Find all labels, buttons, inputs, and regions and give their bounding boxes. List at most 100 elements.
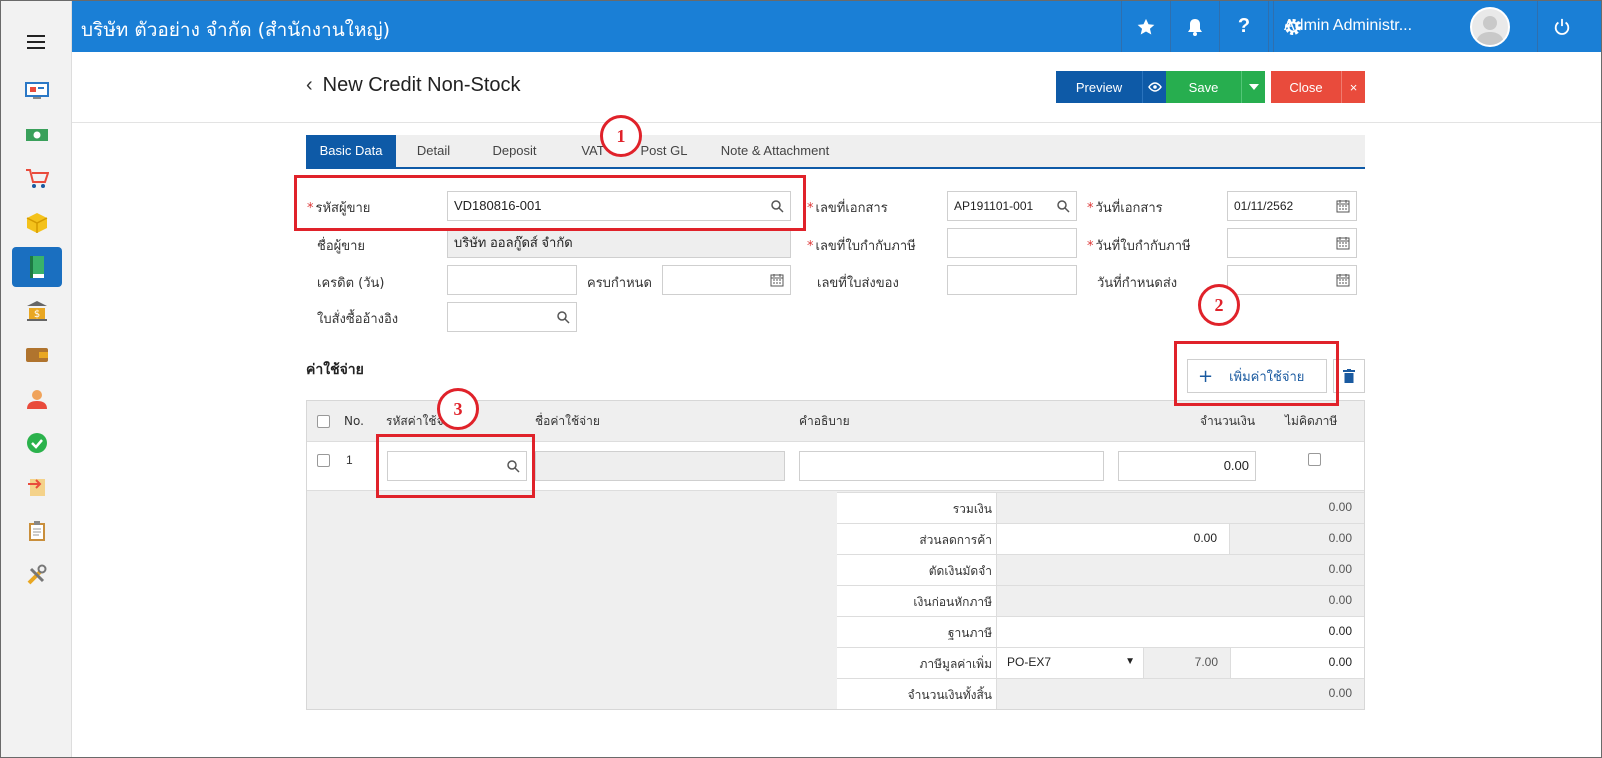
annotation-marker-1: 1 bbox=[600, 115, 642, 157]
annotation-box-1 bbox=[294, 175, 806, 231]
save-dropdown-icon[interactable] bbox=[1241, 71, 1265, 103]
star-icon[interactable] bbox=[1121, 1, 1170, 52]
doc-date-field[interactable]: 01/11/2562 bbox=[1227, 191, 1357, 221]
grand-total-value: 0.00 bbox=[996, 679, 1364, 709]
tax-inv-date-field[interactable] bbox=[1227, 228, 1357, 258]
tab-bar: Basic Data Detail Deposit VAT Post GL No… bbox=[306, 135, 1365, 169]
col-description: คำอธิบาย bbox=[799, 414, 850, 428]
tab-detail[interactable]: Detail bbox=[396, 135, 471, 167]
discount-label: ส่วนลดการค้า bbox=[919, 533, 992, 547]
app-window: $ บริษัท ตัวอย่าง จำกัด (สำนักงานใหญ่) ? bbox=[0, 0, 1602, 758]
calendar-icon bbox=[1336, 200, 1350, 213]
summary-tax-base-row: ฐานภาษี 0.00 bbox=[837, 616, 1364, 647]
close-button[interactable]: Close bbox=[1271, 71, 1341, 103]
po-ref-field[interactable] bbox=[447, 302, 577, 332]
box-icon[interactable] bbox=[12, 203, 62, 243]
transfer-icon[interactable] bbox=[12, 467, 62, 507]
tax-base-input[interactable]: 0.00 bbox=[996, 617, 1364, 647]
back-arrow-icon[interactable]: ‹ bbox=[306, 74, 313, 97]
select-all-checkbox[interactable] bbox=[317, 415, 330, 428]
expense-name-field bbox=[535, 451, 785, 481]
calendar-icon bbox=[770, 274, 784, 287]
delivery-date-label: วันที่กำหนดส่ง bbox=[1097, 276, 1178, 291]
credit-days-field[interactable] bbox=[447, 265, 577, 295]
vat-rate: 7.00 bbox=[1143, 648, 1230, 678]
power-icon[interactable] bbox=[1537, 1, 1586, 52]
calendar-icon bbox=[1336, 237, 1350, 250]
annotation-marker-2: 2 bbox=[1198, 284, 1240, 326]
vat-label: ภาษีมูลค่าเพิ่ม bbox=[919, 657, 992, 671]
dashboard-icon[interactable] bbox=[12, 71, 62, 111]
page-title-text: New Credit Non-Stock bbox=[322, 74, 521, 96]
no-tax-checkbox[interactable] bbox=[1308, 453, 1321, 466]
tax-inv-date-label: * วันที่ใบกำกับภาษี bbox=[1087, 239, 1191, 254]
approve-icon[interactable] bbox=[12, 423, 62, 463]
book-icon[interactable] bbox=[12, 247, 62, 287]
svg-text:$: $ bbox=[34, 309, 40, 320]
summary-vat-row: ภาษีมูลค่าเพิ่ม PO-EX7 ▼ 7.00 0.00 bbox=[837, 647, 1364, 678]
annotation-box-3 bbox=[376, 434, 535, 498]
due-date-label: ครบกำหนด bbox=[587, 276, 652, 291]
discount-input[interactable]: 0.00 bbox=[996, 524, 1229, 554]
vendor-name-label: ชื่อผู้ขาย bbox=[317, 239, 366, 254]
vendor-name-field: บริษัท ออลกู๊ดส์ จำกัด bbox=[447, 228, 791, 258]
annotation-box-2 bbox=[1174, 341, 1339, 406]
total-label: รวมเงิน bbox=[952, 502, 992, 516]
summary-pretax-row: เงินก่อนหักภาษี 0.00 bbox=[837, 585, 1364, 616]
summary-grand-total-row: จำนวนเงินทั้งสิ้น 0.00 bbox=[837, 678, 1364, 709]
row-checkbox[interactable] bbox=[317, 454, 330, 467]
discount-value: 0.00 bbox=[1229, 524, 1364, 554]
doc-date-label: * วันที่เอกสาร bbox=[1087, 201, 1163, 216]
user-menu[interactable]: Admin Administr... bbox=[1273, 1, 1537, 52]
help-icon[interactable]: ? bbox=[1219, 1, 1268, 52]
bank-icon[interactable]: $ bbox=[12, 291, 62, 331]
doc-no-label: * เลขที่เอกสาร bbox=[807, 201, 888, 216]
summary-panel: รวมเงิน 0.00 ส่วนลดการค้า 0.00 0.00 ตัดเ… bbox=[837, 492, 1364, 709]
tab-note-attachment[interactable]: Note & Attachment bbox=[700, 135, 850, 167]
delivery-date-field[interactable] bbox=[1227, 265, 1357, 295]
dropdown-icon: ▼ bbox=[1125, 656, 1135, 667]
vat-code-select[interactable]: PO-EX7 ▼ bbox=[996, 648, 1143, 678]
cart-icon[interactable] bbox=[12, 159, 62, 199]
total-value: 0.00 bbox=[996, 493, 1364, 523]
tax-inv-no-label: * เลขที่ใบกำกับภาษี bbox=[807, 239, 916, 254]
annotation-marker-3: 3 bbox=[437, 388, 479, 430]
col-name: ชื่อค่าใช้จ่าย bbox=[535, 414, 600, 428]
deposit-value: 0.00 bbox=[996, 555, 1364, 585]
delivery-no-field[interactable] bbox=[947, 265, 1077, 295]
due-date-field[interactable] bbox=[662, 265, 791, 295]
bell-icon[interactable] bbox=[1170, 1, 1219, 52]
summary-total-row: รวมเงิน 0.00 bbox=[837, 492, 1364, 523]
tools-icon[interactable] bbox=[12, 555, 62, 595]
menu-icon[interactable] bbox=[27, 35, 45, 49]
search-icon bbox=[557, 311, 570, 324]
money-icon[interactable] bbox=[12, 115, 62, 155]
po-ref-label: ใบสั่งซื้ออ้างอิง bbox=[317, 312, 399, 327]
clipboard-icon[interactable] bbox=[12, 511, 62, 551]
avatar[interactable] bbox=[1470, 7, 1510, 47]
save-button[interactable]: Save bbox=[1166, 71, 1241, 103]
col-amount: จำนวนเงิน bbox=[1200, 414, 1256, 428]
summary-deposit-row: ตัดเงินมัดจำ 0.00 bbox=[837, 554, 1364, 585]
search-icon bbox=[1057, 200, 1070, 213]
wallet-icon[interactable] bbox=[12, 335, 62, 375]
doc-no-field[interactable]: AP191101-001 bbox=[947, 191, 1077, 221]
tab-basic-data[interactable]: Basic Data bbox=[306, 135, 396, 167]
header-divider bbox=[72, 122, 1601, 123]
sidebar: $ bbox=[1, 1, 72, 757]
pretax-value: 0.00 bbox=[996, 586, 1364, 616]
users-icon[interactable] bbox=[12, 379, 62, 419]
close-icon[interactable]: × bbox=[1341, 71, 1365, 103]
tax-inv-no-field[interactable] bbox=[947, 228, 1077, 258]
page-title: ‹ New Credit Non-Stock bbox=[306, 74, 521, 97]
eye-icon[interactable] bbox=[1142, 71, 1167, 103]
expense-description-field[interactable] bbox=[799, 451, 1104, 481]
tab-deposit[interactable]: Deposit bbox=[471, 135, 558, 167]
top-bar: บริษัท ตัวอย่าง จำกัด (สำนักงานใหญ่) ? A… bbox=[72, 1, 1601, 52]
credit-days-label: เครดิต (วัน) bbox=[317, 276, 385, 291]
calendar-icon bbox=[1336, 274, 1350, 287]
row-no: 1 bbox=[346, 453, 353, 467]
preview-button[interactable]: Preview bbox=[1056, 71, 1142, 103]
expense-amount-field[interactable]: 0.00 bbox=[1118, 451, 1256, 481]
expenses-title: ค่าใช้จ่าย bbox=[306, 362, 364, 378]
